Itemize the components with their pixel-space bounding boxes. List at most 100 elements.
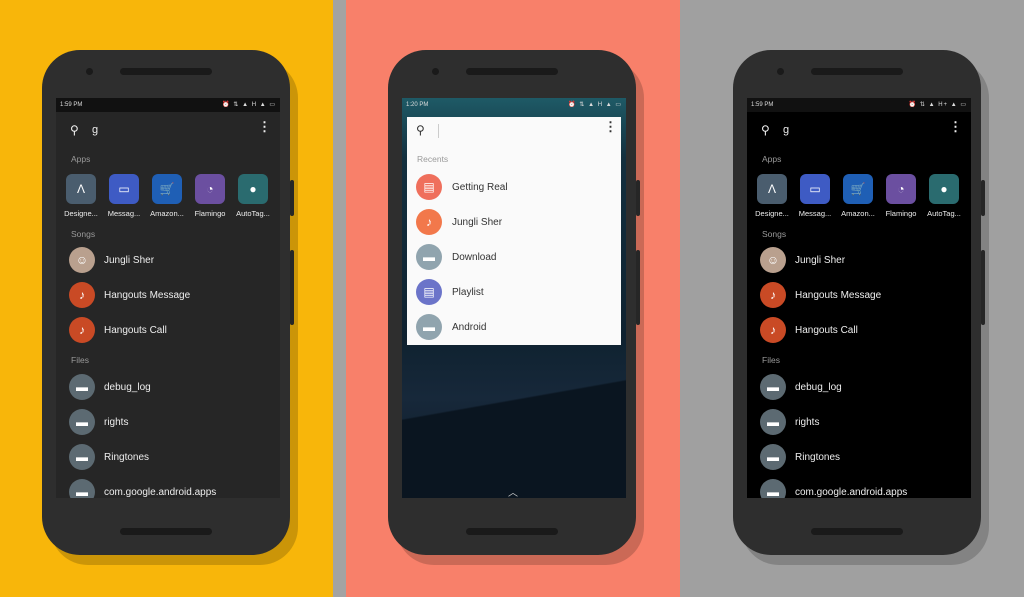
search-icon[interactable]: ⚲	[761, 123, 770, 137]
flamingo-icon[interactable]: ◔	[195, 174, 225, 204]
app-label: Messag...	[107, 209, 141, 218]
amazon-icon[interactable]: 🛒	[152, 174, 182, 204]
album-art-icon: ☺	[69, 247, 95, 273]
file-item[interactable]: ▬ com.google.android.apps	[61, 479, 275, 498]
search-icon[interactable]: ⚲	[416, 123, 425, 137]
file-item[interactable]: ▬ com.google.android.apps	[752, 479, 966, 498]
recent-item-label: Getting Real	[452, 182, 508, 193]
autotag-icon[interactable]: ●	[929, 174, 959, 204]
song-item-label: Jungli Sher	[795, 255, 846, 266]
status-time: 1:59 PM	[751, 102, 774, 108]
folder-icon: ▬	[69, 374, 95, 400]
search-card: ⚲ g ⋮ Apps Λ Designe... ▭ Messag... 🛒 Amazon... ◔ F…	[61, 117, 275, 498]
status-time: 1:59 PM	[60, 102, 83, 108]
volume-button[interactable]	[290, 250, 294, 325]
bottom-speaker	[120, 528, 212, 535]
file-item-label: rights	[104, 417, 129, 428]
recent-item[interactable]: ▬ Android	[407, 314, 621, 342]
phone: 1:59 PM ⏰ ⇅ ▲ H ▲ ▭ ⚲ g ⋮ Apps Λ Designe... ▭ Mes…	[42, 50, 294, 555]
song-item-label: Jungli Sher	[104, 255, 155, 266]
song-item[interactable]: ☺ Jungli Sher	[752, 247, 966, 275]
album-art-icon: ☺	[760, 247, 786, 273]
songs-label: Songs	[71, 229, 96, 239]
messages-icon[interactable]: ▭	[800, 174, 830, 204]
file-item-label: debug_log	[104, 382, 151, 393]
file-item[interactable]: ▬ Ringtones	[752, 444, 966, 472]
song-item-label: Hangouts Call	[795, 325, 858, 336]
messages-icon[interactable]: ▭	[109, 174, 139, 204]
recent-item[interactable]: ♪ Jungli Sher	[407, 209, 621, 237]
more-options-icon[interactable]: ⋮	[949, 120, 962, 133]
folder-icon: ▬	[760, 479, 786, 498]
amazon-icon[interactable]: 🛒	[843, 174, 873, 204]
recent-item[interactable]: ▤ Playlist	[407, 279, 621, 307]
panel-divider	[333, 0, 346, 597]
recent-item[interactable]: ▬ Download	[407, 244, 621, 272]
file-item[interactable]: ▬ rights	[752, 409, 966, 437]
more-options-icon[interactable]: ⋮	[258, 120, 271, 133]
file-item-label: debug_log	[795, 382, 842, 393]
search-card: ⚲ g ⋮ Apps Λ Designe... ▭ Messag... 🛒 Amazon... ◔ F…	[752, 117, 966, 498]
front-camera	[777, 68, 784, 75]
designer-icon[interactable]: Λ	[757, 174, 787, 204]
song-item[interactable]: ♪ Hangouts Call	[61, 317, 275, 345]
folder-icon: ▬	[69, 444, 95, 470]
app-label: Designe...	[755, 209, 789, 218]
power-button[interactable]	[636, 180, 640, 216]
status-bar: 1:59 PM ⏰ ⇅ ▲ H+ ▲ ▭	[747, 98, 971, 112]
file-item[interactable]: ▬ debug_log	[752, 374, 966, 402]
recent-item-label: Jungli Sher	[452, 217, 503, 228]
music-note-icon: ♪	[69, 317, 95, 343]
folder-icon: ▬	[760, 374, 786, 400]
front-camera	[432, 68, 439, 75]
more-options-icon[interactable]: ⋮	[604, 120, 617, 133]
app-label: Amazon...	[150, 209, 184, 218]
search-input[interactable]	[438, 124, 558, 138]
music-note-icon: ♪	[416, 209, 442, 235]
music-note-icon: ♪	[760, 282, 786, 308]
phone: 1:59 PM ⏰ ⇅ ▲ H+ ▲ ▭ ⚲ g ⋮ Apps Λ Designe... ▭ Me…	[733, 50, 985, 555]
folder-icon: ▬	[416, 244, 442, 270]
top-speaker	[466, 68, 558, 75]
volume-button[interactable]	[981, 250, 985, 325]
front-camera	[86, 68, 93, 75]
top-speaker	[811, 68, 903, 75]
file-item[interactable]: ▬ debug_log	[61, 374, 275, 402]
volume-button[interactable]	[636, 250, 640, 325]
phone-screen: 1:59 PM ⏰ ⇅ ▲ H+ ▲ ▭ ⚲ g ⋮ Apps Λ Designe... ▭ Me…	[747, 98, 971, 498]
song-item[interactable]: ♪ Hangouts Message	[61, 282, 275, 310]
search-input[interactable]: g	[783, 124, 903, 138]
files-label: Files	[762, 355, 780, 365]
file-item-label: Ringtones	[104, 452, 150, 463]
file-item[interactable]: ▬ Ringtones	[61, 444, 275, 472]
power-button[interactable]	[981, 180, 985, 216]
song-item-label: Hangouts Message	[104, 290, 191, 301]
designer-icon[interactable]: Λ	[66, 174, 96, 204]
status-bar: 1:59 PM ⏰ ⇅ ▲ H ▲ ▭	[56, 98, 280, 112]
app-label: Flamingo	[885, 209, 917, 218]
file-item-label: rights	[795, 417, 820, 428]
flamingo-icon[interactable]: ◔	[886, 174, 916, 204]
files-label: Files	[71, 355, 89, 365]
autotag-icon[interactable]: ●	[238, 174, 268, 204]
recent-item[interactable]: ▤ Getting Real	[407, 174, 621, 202]
app-label: Designe...	[64, 209, 98, 218]
folder-icon: ▬	[760, 444, 786, 470]
song-item[interactable]: ♪ Hangouts Message	[752, 282, 966, 310]
song-item-label: Hangouts Call	[104, 325, 167, 336]
song-item[interactable]: ♪ Hangouts Call	[752, 317, 966, 345]
file-item[interactable]: ▬ rights	[61, 409, 275, 437]
status-icons: ⏰ ⇅ ▲ H ▲ ▭	[222, 102, 276, 108]
chevron-up-icon[interactable]: ︿	[508, 484, 518, 498]
folder-icon: ▬	[69, 479, 95, 498]
power-button[interactable]	[290, 180, 294, 216]
app-label: AutoTag...	[927, 209, 961, 218]
status-icons: ⏰ ⇅ ▲ H+ ▲ ▭	[908, 102, 967, 108]
song-item[interactable]: ☺ Jungli Sher	[61, 247, 275, 275]
phone-screen: 1:59 PM ⏰ ⇅ ▲ H ▲ ▭ ⚲ g ⋮ Apps Λ Designe... ▭ Mes…	[56, 98, 280, 498]
recent-item-label: Android	[452, 322, 487, 333]
file-item-label: Ringtones	[795, 452, 841, 463]
search-input[interactable]: g	[92, 124, 212, 138]
search-icon[interactable]: ⚲	[70, 123, 79, 137]
song-item-label: Hangouts Message	[795, 290, 882, 301]
